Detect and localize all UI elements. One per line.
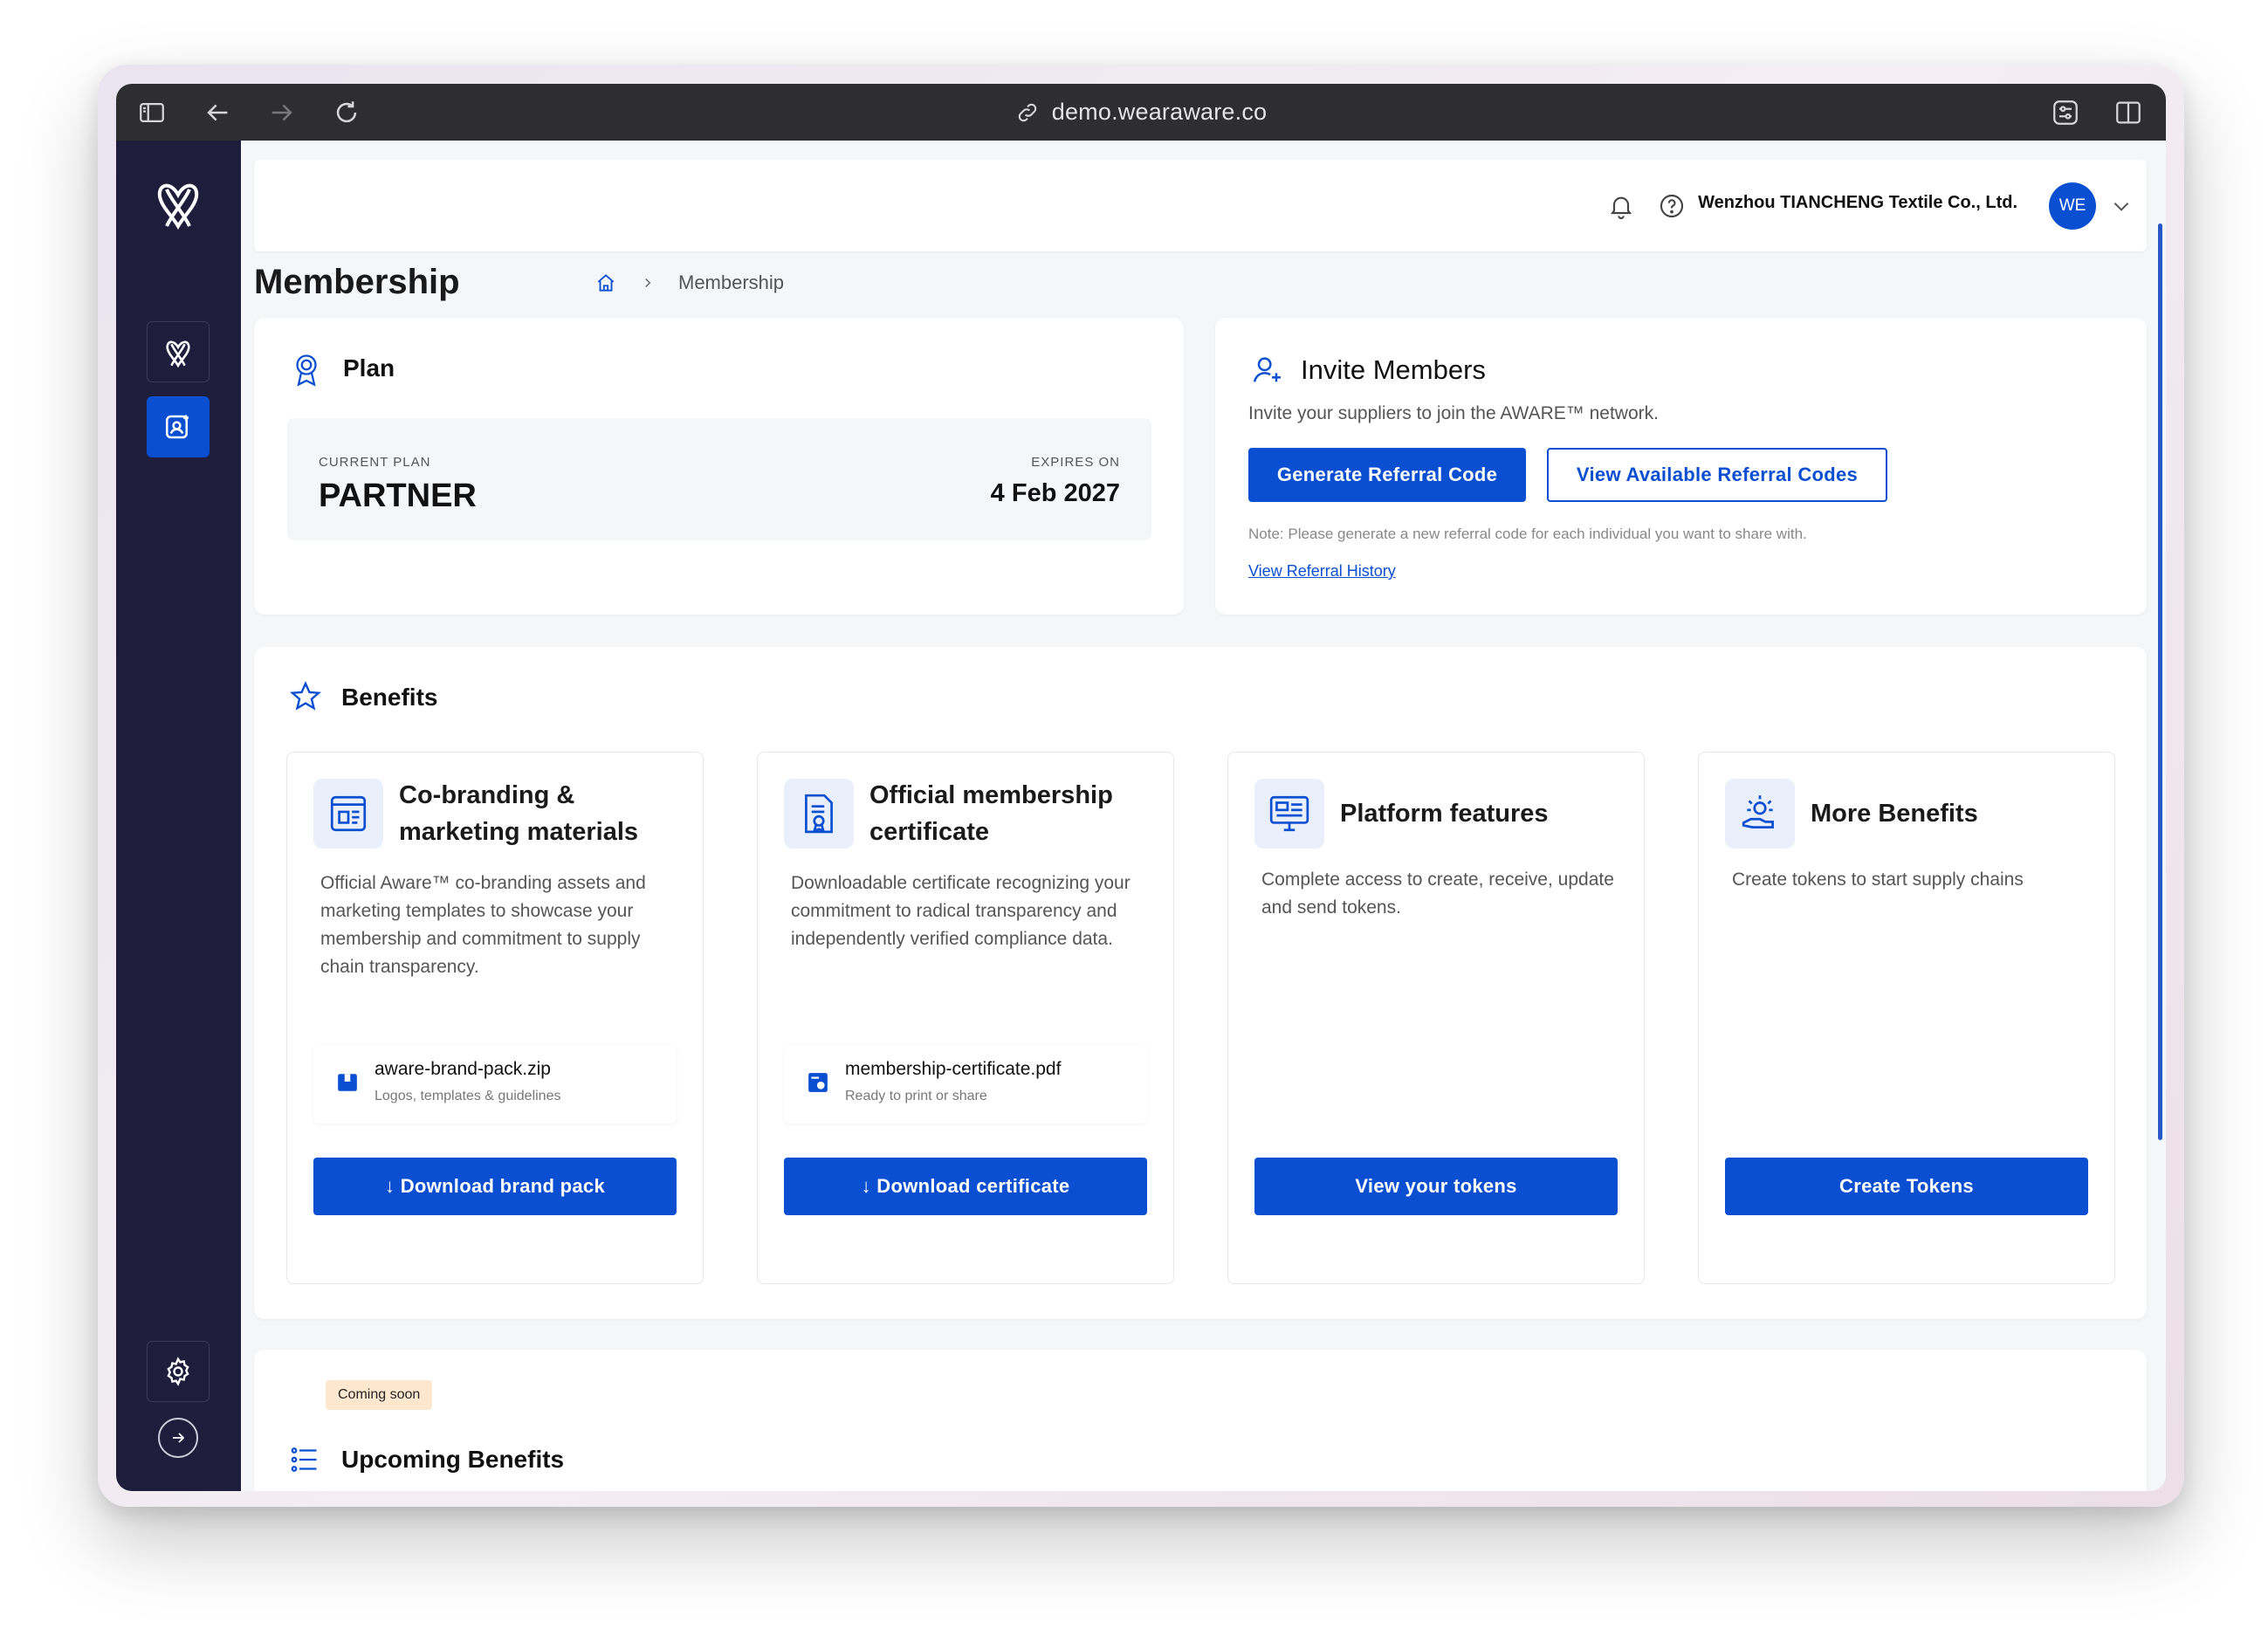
page-title: Membership <box>254 263 460 301</box>
benefit-card-more: More Benefits Create tokens to start sup… <box>1698 752 2115 1284</box>
invite-description: Invite your suppliers to join the AWARE™… <box>1248 403 1659 423</box>
avatar[interactable]: WE <box>2049 182 2096 230</box>
current-plan-label: CURRENT PLAN <box>319 455 431 470</box>
arrow-right-icon <box>173 1433 185 1443</box>
aware-logo-icon[interactable] <box>155 175 202 230</box>
coming-soon-badge: Coming soon <box>326 1380 433 1410</box>
benefit-description: Complete access to create, receive, upda… <box>1261 869 1614 918</box>
split-view-icon[interactable] <box>2113 98 2143 127</box>
benefit-title: Official membership certificate <box>869 781 1113 846</box>
main-content: Wenzhou TIANCHENG Textile Co., Ltd. WE M… <box>241 141 2166 1491</box>
plan-card: Plan CURRENT PLAN PARTNER EXPIRES ON 4 F… <box>254 318 1184 615</box>
browser-window: demo.wearaware.co Wenzhou TIANCHENG Text… <box>116 84 2166 1491</box>
browser-toolbar: demo.wearaware.co <box>116 84 2166 141</box>
current-plan-box: CURRENT PLAN PARTNER EXPIRES ON 4 Feb 20… <box>287 418 1151 540</box>
sidebar-item-settings[interactable] <box>147 1341 210 1402</box>
benefit-title: Co-branding & marketing materials <box>399 781 639 846</box>
benefit-description: Downloadable certificate recognizing you… <box>791 873 1131 949</box>
list-icon <box>291 1447 317 1472</box>
hand-sparkle-icon <box>1725 779 1795 849</box>
sidebar-item-membership[interactable] <box>147 396 210 457</box>
url-text: demo.wearaware.co <box>1051 99 1268 125</box>
chevron-right-icon <box>645 278 651 288</box>
expires-label: EXPIRES ON <box>1031 455 1120 470</box>
invite-card: Invite Members Invite your suppliers to … <box>1215 318 2147 615</box>
file-item[interactable]: aware-brand-pack.zip Logos, templates & … <box>313 1045 677 1124</box>
benefit-card-certificate: Official membership certificate Download… <box>757 752 1174 1284</box>
address-bar[interactable]: demo.wearaware.co <box>116 84 2166 141</box>
archive-file-icon <box>338 1074 357 1091</box>
benefits-card: Benefits Co-branding & marketing materia… <box>254 647 2147 1319</box>
member-badge-icon <box>165 415 189 439</box>
pdf-file-icon <box>808 1073 828 1092</box>
benefit-card-platform: Platform features Complete access to cre… <box>1227 752 1645 1284</box>
brand-materials-icon <box>313 779 383 849</box>
gear-icon <box>167 1357 189 1386</box>
referral-note: Note: Please generate a new referral cod… <box>1248 526 1807 542</box>
benefit-title: Platform features <box>1340 800 1549 828</box>
benefit-title: More Benefits <box>1811 800 1978 828</box>
breadcrumb: Membership <box>594 272 784 294</box>
bell-icon[interactable] <box>1607 192 1635 220</box>
collapse-sidebar-button[interactable] <box>158 1418 198 1458</box>
app-sidebar <box>116 141 241 1491</box>
file-subtitle: Ready to print or share <box>845 1089 987 1103</box>
view-referral-codes-button[interactable]: View Available Referral Codes <box>1547 448 1887 502</box>
plan-title: Plan <box>343 354 395 381</box>
benefit-description: Create tokens to start supply chains <box>1732 869 2024 890</box>
home-icon[interactable] <box>594 272 617 294</box>
invite-title: Invite Members <box>1301 354 1486 385</box>
company-name[interactable]: Wenzhou TIANCHENG Textile Co., Ltd. <box>1698 193 2017 213</box>
chevron-down-icon[interactable] <box>2110 195 2133 217</box>
settings-sliders-icon[interactable] <box>2051 98 2080 127</box>
benefit-description: Official Aware™ co-branding assets and m… <box>320 873 646 977</box>
referral-history-link[interactable]: View Referral History <box>1248 562 1396 581</box>
breadcrumb-current: Membership <box>678 272 785 293</box>
generate-referral-button[interactable]: Generate Referral Code <box>1248 448 1526 502</box>
sidebar-item-home[interactable] <box>147 321 210 382</box>
link-icon <box>1018 103 1036 121</box>
create-tokens-button[interactable]: Create Tokens <box>1725 1158 2088 1215</box>
current-plan-value: PARTNER <box>319 478 477 514</box>
aware-mark-icon <box>166 340 190 368</box>
upcoming-title: Upcoming Benefits <box>341 1446 565 1473</box>
download-brand-pack-button[interactable]: ↓ Download brand pack <box>313 1158 677 1215</box>
award-ribbon-icon <box>296 354 317 387</box>
file-name: membership-certificate.pdf <box>845 1059 1062 1079</box>
monitor-dashboard-icon <box>1254 779 1324 849</box>
benefits-title: Benefits <box>341 684 438 711</box>
view-tokens-button[interactable]: View your tokens <box>1254 1158 1618 1215</box>
certificate-icon <box>784 779 854 849</box>
add-user-icon <box>1253 357 1281 382</box>
scrollbar[interactable] <box>2158 223 2162 1140</box>
top-header: Wenzhou TIANCHENG Textile Co., Ltd. WE <box>254 160 2147 251</box>
file-item[interactable]: membership-certificate.pdf Ready to prin… <box>784 1045 1147 1124</box>
help-icon[interactable] <box>1658 192 1686 220</box>
file-subtitle: Logos, templates & guidelines <box>375 1089 561 1103</box>
download-certificate-button[interactable]: ↓ Download certificate <box>784 1158 1147 1215</box>
file-name: aware-brand-pack.zip <box>375 1059 551 1079</box>
upcoming-card: Coming soon Upcoming Benefits <box>254 1350 2147 1491</box>
benefit-card-cobranding: Co-branding & marketing materials Offici… <box>286 752 704 1284</box>
expires-value: 4 Feb 2027 <box>990 479 1120 507</box>
star-icon <box>290 681 321 711</box>
